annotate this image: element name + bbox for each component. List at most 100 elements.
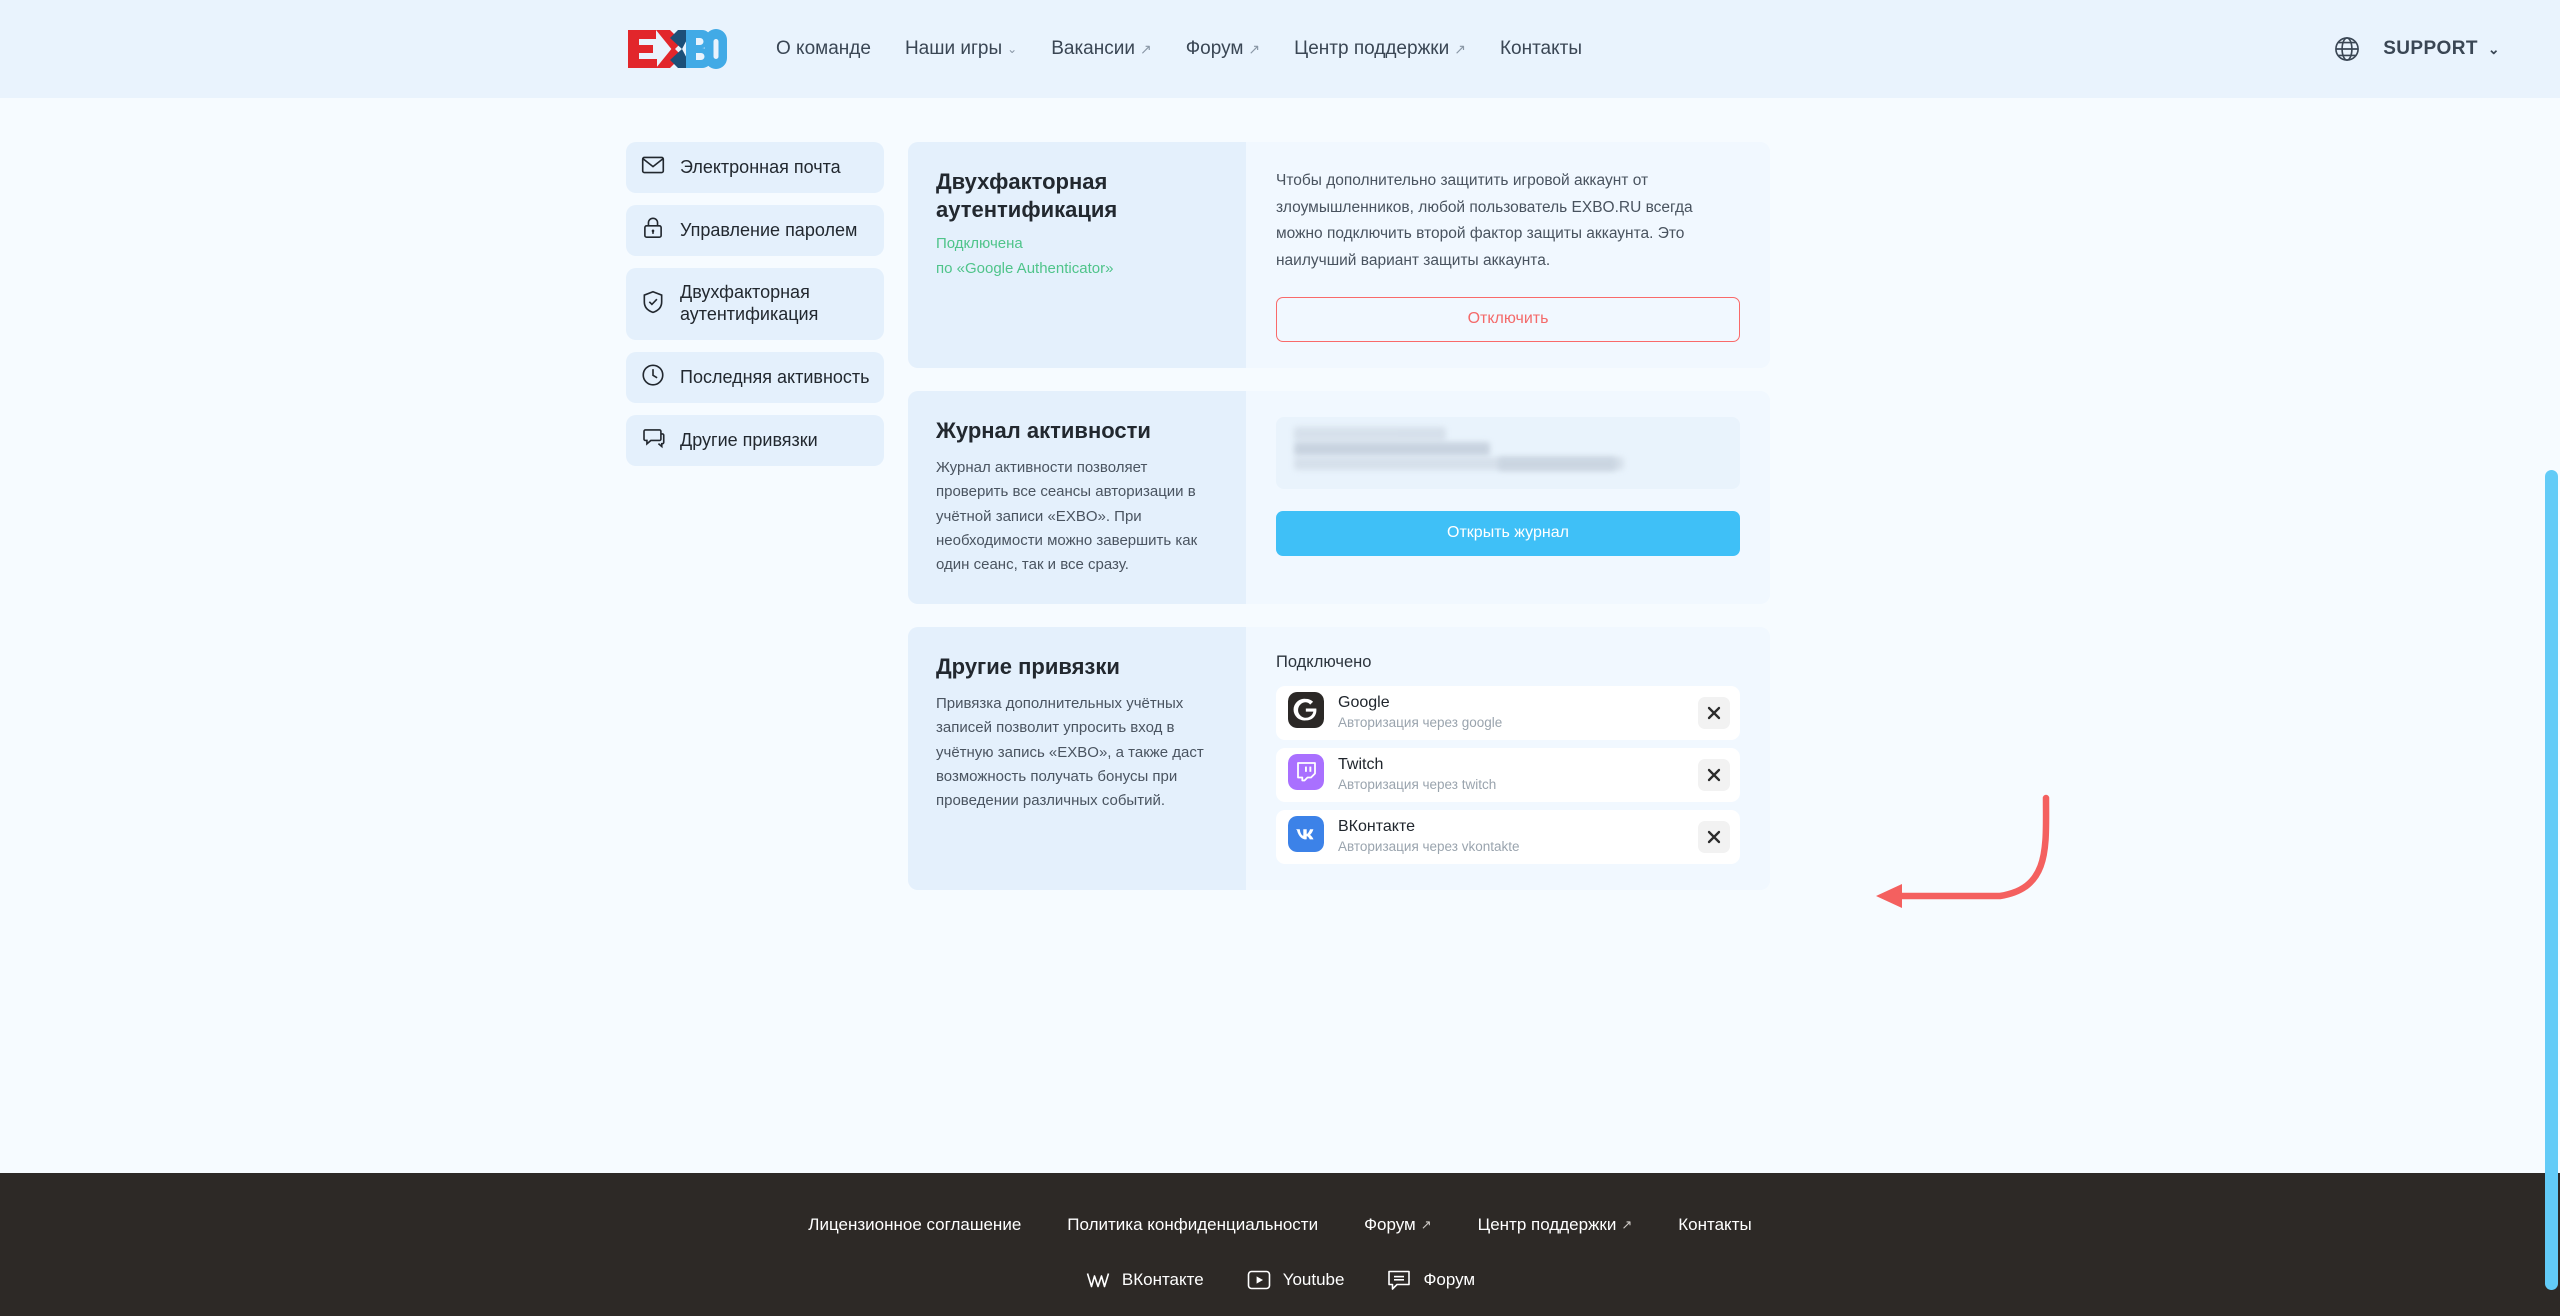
annotation-arrow bbox=[1876, 794, 2050, 908]
settings-sidebar: Электронная почта Управление паролем Дву… bbox=[626, 142, 884, 890]
connected-label: Подключено bbox=[1276, 652, 1372, 671]
support-label: SUPPORT bbox=[2383, 38, 2478, 59]
session-preview-masked bbox=[1276, 416, 1740, 489]
service-description: Авторизация через vkontakte bbox=[1338, 839, 1520, 855]
footer-link-contacts[interactable]: Контакты bbox=[1678, 1215, 1751, 1235]
chat-icon bbox=[640, 425, 666, 456]
masked-line bbox=[1498, 456, 1616, 471]
card-two-factor: Двухфакторная аутентификация Подключена … bbox=[908, 142, 1770, 368]
page-body: Электронная почта Управление паролем Дву… bbox=[0, 98, 2560, 1173]
nav-label: Контакты bbox=[1499, 38, 1583, 59]
google-icon bbox=[1288, 692, 1324, 733]
activity-log-description: Журнал активности позволяет проверить вс… bbox=[936, 459, 1198, 574]
other-links-description: Привязка дополнительных учётных записей … bbox=[936, 695, 1204, 810]
external-link-icon: ↗ bbox=[1248, 40, 1261, 57]
external-link-icon: ↗ bbox=[1621, 1217, 1633, 1232]
page-scrollbar-thumb[interactable] bbox=[2545, 470, 2558, 1290]
footer-link-label: Контакты bbox=[1678, 1215, 1752, 1234]
vkontakte-remove-button[interactable] bbox=[1698, 820, 1730, 853]
mail-icon bbox=[640, 152, 666, 183]
service-name: Twitch bbox=[1338, 756, 1384, 774]
footer-link-privacy[interactable]: Политика конфиденциальности bbox=[1067, 1215, 1318, 1235]
footer-social-youtube[interactable]: Youtube bbox=[1246, 1267, 1345, 1293]
lock-icon bbox=[640, 215, 666, 246]
shield-check-icon bbox=[640, 289, 666, 320]
settings-cards: Двухфакторная аутентификация Подключена … bbox=[908, 142, 1770, 890]
vk-icon bbox=[1288, 816, 1324, 857]
two-factor-method: по «Google Authenticator» bbox=[936, 259, 1114, 277]
vk-icon bbox=[1085, 1267, 1111, 1293]
footer-link-forum[interactable]: Форум ↗ bbox=[1364, 1215, 1432, 1235]
nav-item-vacancies[interactable]: Вакансии ↗ bbox=[1051, 38, 1152, 60]
service-meta: Twitch Авторизация через twitch bbox=[1338, 755, 1698, 794]
service-description: Авторизация через twitch bbox=[1338, 777, 1497, 793]
sidebar-item-two-factor[interactable]: Двухфакторная аутентификация bbox=[626, 268, 884, 340]
card-activity-log: Журнал активности Журнал активности позв… bbox=[908, 390, 1770, 604]
service-description: Авторизация через google bbox=[1338, 715, 1503, 731]
masked-line bbox=[1294, 441, 1490, 456]
globe-icon[interactable] bbox=[2333, 35, 2361, 63]
nav-item-contacts[interactable]: Контакты bbox=[1500, 38, 1582, 60]
page-scrollbar-track[interactable] bbox=[2544, 0, 2560, 1316]
external-link-icon: ↗ bbox=[1139, 40, 1152, 57]
nav-label: Форум bbox=[1185, 38, 1244, 59]
sidebar-item-label: Двухфакторная аутентификация bbox=[680, 282, 819, 324]
sidebar-item-label: Последняя активность bbox=[680, 366, 870, 387]
support-dropdown[interactable]: SUPPORT ⌄ bbox=[2383, 38, 2500, 60]
sidebar-item-label: Управление паролем bbox=[680, 219, 858, 240]
clock-icon bbox=[640, 362, 666, 393]
forum-icon bbox=[1386, 1267, 1412, 1293]
nav-item-about[interactable]: О команде bbox=[776, 38, 871, 60]
sidebar-item-password[interactable]: Управление паролем bbox=[626, 205, 884, 256]
card-other-links: Другие привязки Привязка дополнительных … bbox=[908, 626, 1770, 890]
two-factor-description: Чтобы дополнительно защитить игровой акк… bbox=[1276, 172, 1693, 269]
footer-link-label: Центр поддержки bbox=[1477, 1215, 1617, 1234]
sidebar-item-label: Другие привязки bbox=[680, 429, 818, 450]
nav-item-games[interactable]: Наши игры ⌄ bbox=[905, 38, 1017, 60]
nav-label: Вакансии bbox=[1051, 38, 1135, 59]
sidebar-item-email[interactable]: Электронная почта bbox=[626, 142, 884, 193]
list-item-twitch[interactable]: Twitch Авторизация через twitch bbox=[1276, 747, 1740, 802]
exbo-logo-mark bbox=[628, 29, 727, 69]
footer-link-label: Форум bbox=[1364, 1215, 1416, 1234]
disable-two-factor-button[interactable]: Отключить bbox=[1276, 296, 1740, 342]
exbo-logo[interactable] bbox=[626, 27, 728, 71]
open-activity-log-button[interactable]: Открыть журнал bbox=[1276, 510, 1740, 556]
card-activity-log-right: Открыть журнал bbox=[1246, 390, 1770, 604]
twitch-remove-button[interactable] bbox=[1698, 758, 1730, 791]
external-link-icon: ↗ bbox=[1420, 1217, 1432, 1232]
footer-link-license[interactable]: Лицензионное соглашение bbox=[808, 1215, 1021, 1235]
nav-label: О команде bbox=[776, 38, 871, 59]
nav-label: Центр поддержки bbox=[1294, 38, 1450, 59]
youtube-icon bbox=[1246, 1267, 1272, 1293]
nav-item-forum[interactable]: Форум ↗ bbox=[1186, 38, 1260, 60]
footer-link-support-center[interactable]: Центр поддержки ↗ bbox=[1478, 1215, 1633, 1235]
chevron-down-icon: ⌄ bbox=[2487, 40, 2500, 57]
sidebar-item-label: Электронная почта bbox=[680, 156, 841, 177]
google-remove-button[interactable] bbox=[1698, 696, 1730, 729]
footer-socials: ВКонтакте Youtube Форум bbox=[1085, 1267, 1475, 1293]
card-two-factor-left: Двухфакторная аутентификация Подключена … bbox=[908, 142, 1246, 368]
card-activity-log-left: Журнал активности Журнал активности позв… bbox=[908, 390, 1246, 604]
close-icon bbox=[1707, 830, 1721, 843]
chevron-down-icon: ⌄ bbox=[1007, 42, 1018, 56]
footer-links: Лицензионное соглашение Политика конфиде… bbox=[808, 1215, 1751, 1235]
close-icon bbox=[1707, 768, 1721, 781]
site-header: О команде Наши игры ⌄ Вакансии ↗ Форум ↗… bbox=[0, 0, 2560, 98]
external-link-icon: ↗ bbox=[1454, 40, 1466, 57]
service-name: Google bbox=[1338, 694, 1390, 712]
card-title: Двухфакторная аутентификация bbox=[936, 169, 1118, 222]
footer-social-vkontakte[interactable]: ВКонтакте bbox=[1085, 1267, 1204, 1293]
service-name: ВКонтакте bbox=[1338, 818, 1415, 836]
footer-social-label: Youtube bbox=[1282, 1270, 1345, 1289]
site-footer: Лицензионное соглашение Политика конфиде… bbox=[0, 1173, 2560, 1316]
nav-item-support-center[interactable]: Центр поддержки ↗ bbox=[1294, 38, 1466, 60]
footer-social-label: ВКонтакте bbox=[1121, 1270, 1204, 1289]
footer-link-label: Политика конфиденциальности bbox=[1067, 1215, 1319, 1234]
card-other-links-left: Другие привязки Привязка дополнительных … bbox=[908, 626, 1246, 890]
sidebar-item-last-activity[interactable]: Последняя активность bbox=[626, 352, 884, 403]
footer-social-forum[interactable]: Форум bbox=[1386, 1267, 1475, 1293]
sidebar-item-other-links[interactable]: Другие привязки bbox=[626, 415, 884, 466]
list-item-google[interactable]: Google Авторизация через google bbox=[1276, 685, 1740, 740]
list-item-vkontakte[interactable]: ВКонтакте Авторизация через vkontakte bbox=[1276, 809, 1740, 864]
